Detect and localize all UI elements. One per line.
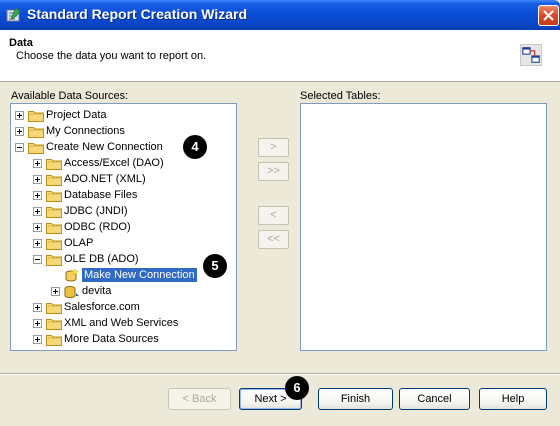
remove-table-button[interactable]: <	[258, 206, 289, 225]
callout-5: 5	[203, 254, 227, 278]
new-connection-icon	[65, 269, 79, 282]
tree-node-label: Database Files	[64, 189, 138, 201]
tree-node-label: Create New Connection	[46, 141, 163, 153]
tree-node-label: Access/Excel (DAO)	[64, 157, 164, 169]
callout-6: 6	[285, 376, 309, 400]
tree-node-label: devita	[82, 285, 112, 297]
add-all-tables-button[interactable]: >>	[258, 162, 289, 181]
wizard-header: Data Choose the data you want to report …	[0, 30, 560, 82]
expand-icon[interactable]	[33, 159, 42, 168]
folder-icon	[46, 255, 62, 266]
help-button[interactable]: Help	[479, 388, 547, 410]
folder-icon	[46, 319, 62, 330]
folder-icon	[46, 303, 62, 314]
tree-node[interactable]: More Data Sources	[11, 332, 236, 348]
tree-node[interactable]: JDBC (JNDI)	[11, 204, 236, 220]
expand-icon[interactable]	[33, 239, 42, 248]
tree-node[interactable]: Database Files	[11, 188, 236, 204]
add-table-button[interactable]: >	[258, 138, 289, 157]
tree-node[interactable]: ADO.NET (XML)	[11, 172, 236, 188]
close-button[interactable]	[538, 5, 559, 26]
folder-icon	[28, 111, 44, 122]
expand-icon[interactable]	[15, 127, 24, 136]
tree-node-label: More Data Sources	[64, 333, 159, 345]
page-title: Data	[9, 37, 33, 49]
expand-icon[interactable]	[51, 287, 60, 296]
tree-node-label: JDBC (JNDI)	[64, 205, 128, 217]
selected-tables-list[interactable]	[300, 103, 547, 351]
tree-node-label: Make New Connection	[82, 268, 197, 282]
database-icon	[64, 286, 79, 298]
folder-icon	[46, 335, 62, 346]
tree-node-label: My Connections	[46, 125, 125, 137]
table-link-icon	[520, 44, 542, 66]
title-bar: Standard Report Creation Wizard	[0, 0, 560, 30]
tree-node[interactable]: Project Data	[11, 108, 236, 124]
wizard-window: Standard Report Creation Wizard Data Cho…	[0, 0, 560, 426]
expand-icon[interactable]	[33, 207, 42, 216]
expand-icon[interactable]	[15, 111, 24, 120]
expand-icon[interactable]	[33, 191, 42, 200]
tree-node-label: OLAP	[64, 237, 94, 249]
collapse-icon[interactable]	[15, 143, 24, 152]
cancel-button[interactable]: Cancel	[399, 388, 470, 410]
selected-tables-label: Selected Tables:	[300, 90, 381, 102]
tree-node[interactable]: XML and Web Services	[11, 316, 236, 332]
close-icon	[543, 10, 554, 21]
tree-node[interactable]: Access/Excel (DAO)	[11, 156, 236, 172]
window-title: Standard Report Creation Wizard	[27, 6, 248, 22]
expand-icon[interactable]	[33, 303, 42, 312]
folder-icon	[46, 159, 62, 170]
tree-node-label: OLE DB (ADO)	[64, 253, 139, 265]
wizard-app-icon	[6, 7, 21, 22]
tree-node[interactable]: Salesforce.com	[11, 300, 236, 316]
folder-icon	[46, 175, 62, 186]
collapse-icon[interactable]	[33, 255, 42, 264]
folder-icon	[28, 143, 44, 154]
tree-node-label: ADO.NET (XML)	[64, 173, 146, 185]
folder-icon	[46, 239, 62, 250]
page-subtitle: Choose the data you want to report on.	[16, 50, 207, 62]
finish-button[interactable]: Finish	[318, 388, 393, 410]
footer-divider-highlight	[0, 374, 560, 375]
expand-icon[interactable]	[33, 175, 42, 184]
tree-node[interactable]: devita	[11, 284, 236, 300]
tree-node-label: Project Data	[46, 109, 107, 121]
tree-node[interactable]: Make New Connection	[11, 268, 236, 284]
available-data-sources-label: Available Data Sources:	[11, 90, 129, 102]
folder-icon	[28, 127, 44, 138]
remove-all-tables-button[interactable]: <<	[258, 230, 289, 249]
tree-node-label: XML and Web Services	[64, 317, 179, 329]
folder-icon	[46, 191, 62, 202]
tree-node-label: Salesforce.com	[64, 301, 140, 313]
folder-icon	[46, 223, 62, 234]
expand-icon[interactable]	[33, 319, 42, 328]
tree-node[interactable]: ODBC (RDO)	[11, 220, 236, 236]
expand-icon[interactable]	[33, 223, 42, 232]
tree-node[interactable]: OLAP	[11, 236, 236, 252]
callout-4: 4	[183, 135, 207, 159]
back-button[interactable]: < Back	[168, 388, 231, 410]
folder-icon	[46, 207, 62, 218]
tree-node-label: ODBC (RDO)	[64, 221, 131, 233]
expand-icon[interactable]	[33, 335, 42, 344]
